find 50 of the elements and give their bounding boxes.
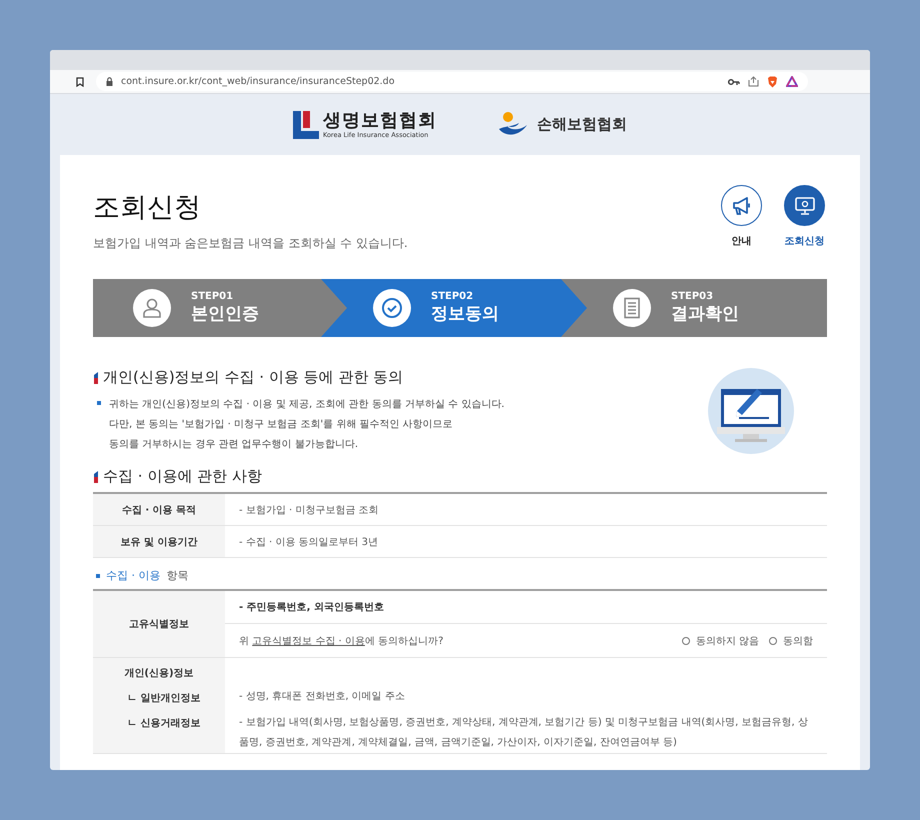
consent-question: 위 고유식별정보 수집 · 이용에 동의하십니까? xyxy=(239,634,444,648)
section-heading: 수집 · 이용에 관한 사항 xyxy=(103,467,262,486)
row-subheader: ㄴ 신용거래정보 xyxy=(126,717,202,730)
section-heading: 개인(신용)정보의 수집 · 이용 등에 관한 동의 xyxy=(103,368,404,387)
step-number: STEP01 xyxy=(191,291,234,302)
table-cell: - 주민등록번호, 외국인등록번호 xyxy=(225,591,827,624)
l-mark-icon xyxy=(293,110,319,138)
radio-option[interactable]: 동의하지 않음 xyxy=(682,634,759,648)
heading-marker-icon xyxy=(93,372,98,384)
logo-name: 생명보험협회 xyxy=(323,110,437,130)
notice-text: 귀하는 개인(신용)정보의 수집 · 이용 및 제공, 조회에 관한 동의를 거부하실 수 있습니다. xyxy=(109,398,504,412)
heading-marker-icon xyxy=(93,470,98,482)
table-cell-text: - 성명, 휴대폰 전화번호, 이메일 주소 xyxy=(239,690,406,704)
step-label: 결과확인 xyxy=(671,303,739,325)
triangle-icon[interactable] xyxy=(786,76,798,87)
person-icon xyxy=(141,297,163,319)
table-cell-text: - 보험가입 내역(회사명, 보험상품명, 증권번호, 계약상태, 계약관계, 보험기간 등) 및 미청구보험금 내역(회사명, 보험금유형, 상품명, 증권번호, 계약관계, 계약체결일, 금액, 금액기준일, 가산이자, 이자기준일, 잔여연금여부 등) xyxy=(239,716,809,750)
monitor-icon xyxy=(794,196,816,216)
logo[interactable]: 손해보험협회 xyxy=(497,110,627,138)
bookmark-icon[interactable] xyxy=(76,76,84,86)
row-header: 개인(신용)정보 xyxy=(123,667,195,680)
step-number: STEP02 xyxy=(431,291,474,302)
lion-shield-icon[interactable] xyxy=(767,76,778,88)
logo-name: 손해보험협회 xyxy=(537,115,627,134)
notice-text: 다만, 본 동의는 '보험가입 · 미청구 보험금 조회'를 위해 필수적인 사항이므로 xyxy=(109,418,454,432)
radio-option[interactable]: 동의함 xyxy=(769,634,813,648)
row-header: 고유식별정보 xyxy=(93,591,225,657)
row-header: 수집 · 이용 목적 xyxy=(93,494,225,525)
step-label: 본인인증 xyxy=(191,303,259,325)
consent-link[interactable]: 고유식별정보 수집 · 이용 xyxy=(252,636,365,646)
table-cell-text: - 보험가입 · 미청구보험금 조회 xyxy=(238,504,380,518)
key-icon[interactable] xyxy=(728,78,740,86)
step-number: STEP03 xyxy=(671,291,714,302)
check-circle-icon xyxy=(381,297,403,319)
megaphone-icon xyxy=(730,196,752,216)
page-title: 조회신청 xyxy=(93,191,202,225)
lock-icon xyxy=(106,77,113,86)
subheading-highlight: 수집 · 이용 xyxy=(106,568,160,583)
step-label: 정보동의 xyxy=(431,303,499,325)
bullet-icon xyxy=(96,574,100,578)
table-cell-text: - 수집 · 이용 동의일로부터 3년 xyxy=(238,536,380,550)
bullet-icon xyxy=(97,401,101,405)
share-icon[interactable] xyxy=(748,76,759,87)
subheading-text: 항목 xyxy=(166,568,188,583)
notice-text: 동의를 거부하시는 경우 관련 업무수행이 불가능합니다. xyxy=(109,438,360,452)
address-bar[interactable]: cont.insure.or.kr/cont_web/insurance/insuranceStep02.do xyxy=(96,72,808,91)
row-header: 보유 및 이용기간 xyxy=(93,526,225,557)
page-subtitle: 보험가입 내역과 숨은보험금 내역을 조회하실 수 있습니다. xyxy=(93,235,408,252)
row-subheader: ㄴ 일반개인정보 xyxy=(126,692,202,705)
document-icon xyxy=(622,297,642,319)
